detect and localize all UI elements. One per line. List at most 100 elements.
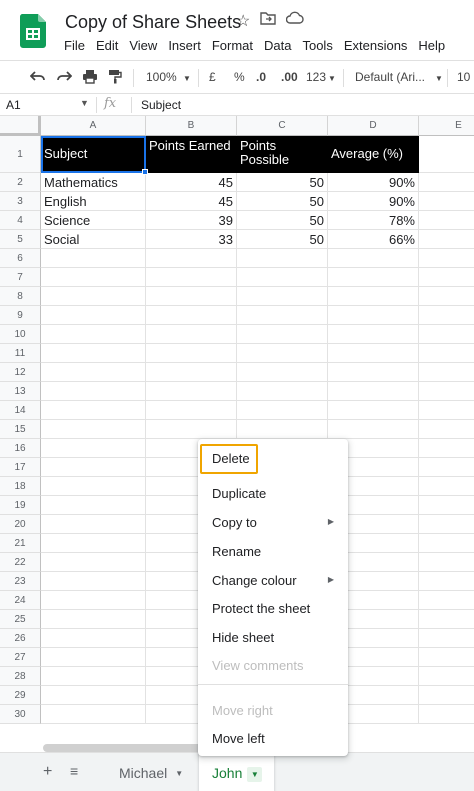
empty-cell[interactable] — [237, 306, 328, 325]
empty-cell[interactable] — [41, 610, 146, 629]
empty-cell[interactable] — [419, 667, 474, 686]
empty-cell[interactable] — [237, 268, 328, 287]
empty-cell[interactable] — [419, 477, 474, 496]
row-header[interactable]: 6 — [0, 249, 41, 268]
sheet-tab-michael[interactable]: Michael ▼ — [108, 753, 198, 791]
empty-cell[interactable] — [419, 610, 474, 629]
menu-edit[interactable]: Edit — [96, 38, 118, 53]
row-header[interactable]: 29 — [0, 686, 41, 705]
empty-cell[interactable] — [328, 344, 419, 363]
column-header[interactable]: B — [146, 116, 237, 136]
empty-cell[interactable] — [328, 268, 419, 287]
move-folder-icon[interactable] — [260, 11, 277, 31]
empty-cell[interactable] — [41, 667, 146, 686]
empty-cell[interactable] — [237, 363, 328, 382]
empty-cell[interactable] — [41, 382, 146, 401]
menu-data[interactable]: Data — [264, 38, 291, 53]
row-header[interactable]: 11 — [0, 344, 41, 363]
empty-cell[interactable] — [41, 363, 146, 382]
data-cell[interactable]: 45 — [146, 192, 237, 211]
empty-cell[interactable] — [41, 268, 146, 287]
empty-cell[interactable] — [419, 401, 474, 420]
empty-cell[interactable] — [419, 344, 474, 363]
empty-cell[interactable] — [237, 287, 328, 306]
empty-cell[interactable] — [41, 686, 146, 705]
font-size-input[interactable]: 10 — [457, 70, 470, 84]
row-header[interactable]: 13 — [0, 382, 41, 401]
data-cell[interactable]: 50 — [237, 192, 328, 211]
data-cell[interactable]: 33 — [146, 230, 237, 249]
data-cell[interactable]: 39 — [146, 211, 237, 230]
empty-cell[interactable] — [419, 192, 474, 211]
data-cell[interactable]: Mathematics — [41, 173, 146, 192]
row-header[interactable]: 19 — [0, 496, 41, 515]
empty-cell[interactable] — [41, 705, 146, 724]
empty-cell[interactable] — [41, 534, 146, 553]
row-header[interactable]: 18 — [0, 477, 41, 496]
row-header[interactable]: 10 — [0, 325, 41, 344]
empty-cell[interactable] — [419, 496, 474, 515]
data-cell[interactable]: 90% — [328, 173, 419, 192]
undo-icon[interactable] — [29, 69, 46, 86]
row-header[interactable]: 7 — [0, 268, 41, 287]
zoom-select[interactable]: 100% ▼ — [146, 70, 191, 84]
empty-cell[interactable] — [328, 249, 419, 268]
header-cell[interactable]: Subject — [41, 136, 146, 173]
empty-cell[interactable] — [41, 648, 146, 667]
empty-cell[interactable] — [41, 496, 146, 515]
empty-cell[interactable] — [419, 572, 474, 591]
empty-cell[interactable] — [419, 515, 474, 534]
empty-cell[interactable] — [419, 363, 474, 382]
menu-help[interactable]: Help — [418, 38, 445, 53]
decrease-decimal-button[interactable]: .0 — [256, 70, 266, 84]
empty-cell[interactable] — [419, 382, 474, 401]
empty-cell[interactable] — [328, 420, 419, 439]
menu-item-copy-to[interactable]: Copy to ▶ — [198, 509, 348, 537]
empty-cell[interactable] — [419, 553, 474, 572]
empty-cell[interactable] — [41, 439, 146, 458]
header-cell[interactable]: Points Earned — [146, 136, 237, 173]
data-cell[interactable]: 66% — [328, 230, 419, 249]
increase-decimal-button[interactable]: .00 — [281, 70, 298, 84]
empty-cell[interactable] — [328, 287, 419, 306]
menu-item-rename[interactable]: Rename — [198, 538, 348, 566]
menu-item-duplicate[interactable]: Duplicate — [198, 480, 348, 508]
sheet-tab-john[interactable]: John ▼ — [199, 753, 274, 791]
menu-item-change-colour[interactable]: Change colour ▶ — [198, 567, 348, 595]
row-header[interactable]: 22 — [0, 553, 41, 572]
font-select[interactable]: Default (Ari... ▼ — [355, 70, 443, 84]
empty-cell[interactable] — [146, 249, 237, 268]
chevron-down-icon[interactable]: ▼ — [80, 98, 89, 108]
row-header[interactable]: 2 — [0, 173, 41, 192]
redo-icon[interactable] — [56, 69, 73, 86]
column-header[interactable]: C — [237, 116, 328, 136]
chevron-down-icon[interactable]: ▼ — [175, 769, 183, 778]
empty-cell[interactable] — [41, 629, 146, 648]
empty-cell[interactable] — [419, 458, 474, 477]
empty-cell[interactable] — [419, 306, 474, 325]
empty-cell[interactable] — [237, 249, 328, 268]
print-icon[interactable] — [82, 69, 98, 87]
data-cell[interactable]: 50 — [237, 230, 328, 249]
empty-cell[interactable] — [419, 629, 474, 648]
column-header[interactable]: A — [41, 116, 146, 136]
row-header[interactable]: 17 — [0, 458, 41, 477]
empty-cell[interactable] — [146, 401, 237, 420]
data-cell[interactable]: Science — [41, 211, 146, 230]
menu-item-protect-sheet[interactable]: Protect the sheet — [198, 595, 348, 623]
row-header[interactable]: 27 — [0, 648, 41, 667]
empty-cell[interactable] — [41, 306, 146, 325]
empty-cell[interactable] — [419, 211, 474, 230]
empty-cell[interactable] — [41, 420, 146, 439]
menu-view[interactable]: View — [129, 38, 157, 53]
menu-insert[interactable]: Insert — [168, 38, 201, 53]
menu-format[interactable]: Format — [212, 38, 253, 53]
empty-cell[interactable] — [419, 325, 474, 344]
empty-cell[interactable] — [41, 553, 146, 572]
empty-cell[interactable] — [419, 249, 474, 268]
row-header[interactable]: 28 — [0, 667, 41, 686]
empty-cell[interactable] — [328, 382, 419, 401]
data-cell[interactable]: 78% — [328, 211, 419, 230]
empty-cell[interactable] — [41, 477, 146, 496]
empty-cell[interactable] — [419, 534, 474, 553]
